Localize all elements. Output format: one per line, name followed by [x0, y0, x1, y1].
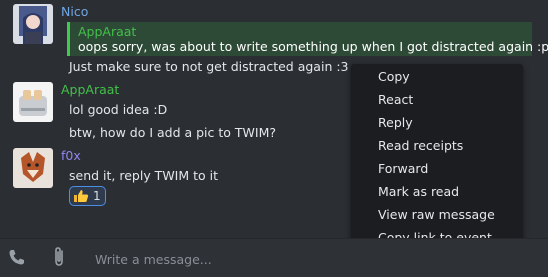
- menu-item-view-raw-message[interactable]: View raw message: [378, 207, 495, 222]
- sender-name[interactable]: Nico: [61, 4, 88, 19]
- menu-item-reply[interactable]: Reply: [378, 115, 413, 130]
- quote-sender: AppAraat: [78, 24, 137, 39]
- thumbs-up-icon: [73, 189, 89, 203]
- message-text: lol good idea :D: [69, 102, 168, 117]
- message-context-menu: Copy React Reply Read receipts Forward M…: [351, 64, 523, 248]
- message-text: btw, how do I add a pic to TWIM?: [69, 125, 277, 140]
- reply-quote[interactable]: AppAraat oops sorry, was about to write …: [67, 22, 548, 56]
- message-text: send it, reply TWIM to it: [69, 168, 219, 183]
- menu-item-copy[interactable]: Copy: [378, 69, 410, 84]
- reaction-count: 1: [93, 189, 101, 203]
- quote-text: oops sorry, was about to write something…: [78, 39, 548, 54]
- reaction-pill[interactable]: 1: [69, 186, 106, 206]
- sender-name[interactable]: f0x: [61, 148, 81, 163]
- avatar-apparaat[interactable]: [13, 82, 53, 122]
- paperclip-icon[interactable]: [52, 246, 66, 271]
- message-text: Just make sure to not get distracted aga…: [69, 59, 349, 74]
- menu-item-forward[interactable]: Forward: [378, 161, 428, 176]
- message-composer: Write a message...: [0, 238, 548, 277]
- phone-icon[interactable]: [8, 248, 26, 269]
- avatar-f0x[interactable]: [13, 148, 53, 188]
- menu-item-mark-as-read[interactable]: Mark as read: [378, 184, 459, 199]
- menu-item-react[interactable]: React: [378, 92, 413, 107]
- sender-name[interactable]: AppAraat: [61, 82, 119, 97]
- avatar-nico[interactable]: [13, 4, 53, 44]
- message-input[interactable]: Write a message...: [95, 252, 212, 267]
- menu-item-read-receipts[interactable]: Read receipts: [378, 138, 463, 153]
